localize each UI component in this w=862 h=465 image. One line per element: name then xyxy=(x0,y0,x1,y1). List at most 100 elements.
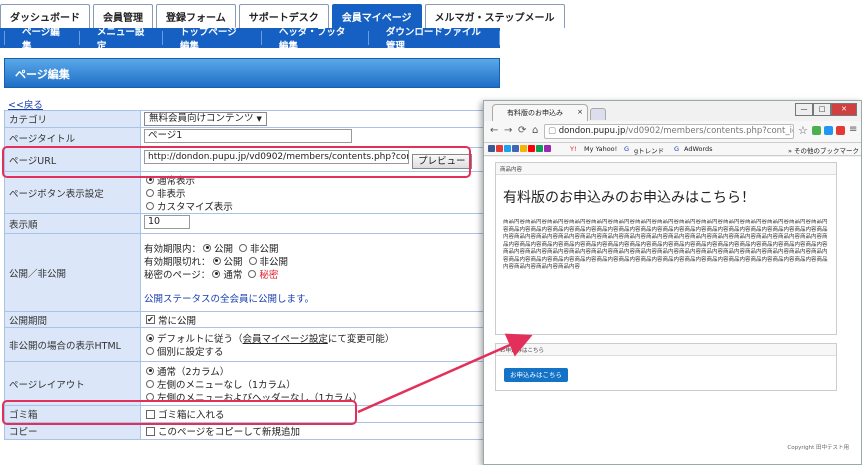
subnav-download-files[interactable]: ダウンロードファイル管理 xyxy=(369,27,500,52)
content-box: 商品内容 有料版のお申込みのお申込みはこちら！ 商品内容商品内容商品内容商品内容… xyxy=(495,162,837,335)
browser-tab-title: 有料版のお申込み xyxy=(507,109,563,117)
back-link[interactable]: <<戻る xyxy=(8,97,43,111)
category-value: 無料会員向けコンテンツ xyxy=(149,113,254,124)
option-label: 公開 xyxy=(214,243,234,255)
in-period-label: 有効期限内： xyxy=(144,243,202,255)
page-title: ページ編集 xyxy=(15,68,70,81)
copyright: Copyright 田中テスト用 xyxy=(787,445,849,451)
new-tab-button[interactable] xyxy=(590,108,606,120)
url-host: dondon.pupu.jp xyxy=(558,126,626,136)
star-icon[interactable]: ☆ xyxy=(798,124,808,137)
minimize-icon[interactable]: — xyxy=(795,103,813,116)
bookmark-google-2[interactable]: G xyxy=(674,145,679,153)
bookmark-g-trend[interactable]: gトレンド xyxy=(634,145,664,155)
extension-icon[interactable] xyxy=(824,126,833,135)
option-label: 非表示 xyxy=(157,188,186,200)
browser-toolbar: ← → ⟳ ⌂ ▢ dondon.pupu.jp/vd0902/members/… xyxy=(484,121,861,143)
label-copy: コピー xyxy=(4,422,141,440)
apply-button[interactable]: お申込みはこちら xyxy=(504,368,568,382)
row-private-html: 非公開の場合の表示HTML デフォルトに従う（ 会員マイページ設定 にて変更可能） … xyxy=(4,327,500,362)
option-label-suffix: にて変更可能） xyxy=(327,334,395,345)
content-heading: 有料版のお申込みのお申込みはこちら！ xyxy=(503,190,755,206)
mypage-settings-link[interactable]: 会員マイページ設定 xyxy=(243,331,328,345)
menu-icon[interactable]: ≡ xyxy=(849,124,857,135)
option-default[interactable]: デフォルトに従う（ 会員マイページ設定 にて変更可能） xyxy=(144,332,496,345)
radio-icon xyxy=(146,334,154,342)
home-icon[interactable]: ⌂ xyxy=(532,125,538,136)
always-publish-checkbox[interactable]: ✔ 常に公開 xyxy=(144,313,496,327)
copy-checkbox[interactable]: このページをコピーして新規追加 xyxy=(144,425,496,438)
forward-arrow-icon[interactable]: → xyxy=(504,125,512,136)
radio-icon[interactable] xyxy=(248,256,257,265)
lock-icon: ▢ xyxy=(548,126,559,136)
extension-icon[interactable] xyxy=(812,126,821,135)
maximize-icon[interactable]: □ xyxy=(813,103,831,116)
bookmark-google[interactable]: G xyxy=(624,145,629,153)
label-layout: ページレイアウト xyxy=(4,361,141,406)
bookmark-adwords[interactable]: AdWords xyxy=(684,145,713,153)
label-period: 公開期間 xyxy=(4,311,141,328)
content-body: 商品内容商品内容商品内容商品内容商品内容商品内容商品内容商品内容商品内容商品内容… xyxy=(503,219,828,270)
checkbox-label: このページをコピーして新規追加 xyxy=(158,427,301,438)
row-category: カテゴリ 無料会員向けコンテンツ ▼ xyxy=(4,110,500,128)
other-bookmarks[interactable]: » その他のブックマーク xyxy=(788,145,859,155)
page-title-bar: ページ編集 xyxy=(4,58,500,88)
close-icon[interactable]: ✕ xyxy=(831,103,857,116)
highlight-page-url xyxy=(2,146,471,178)
apply-box: お申込みはこちら お申込みはこちら xyxy=(495,343,837,391)
bookmark-yahoo[interactable]: Y! xyxy=(570,145,577,153)
option-individual[interactable]: 個別に設定する xyxy=(144,345,496,358)
back-arrow-icon[interactable]: ← xyxy=(490,125,498,136)
address-bar[interactable]: ▢ dondon.pupu.jp/vd0902/members/contents… xyxy=(544,124,794,139)
option-layout-2col[interactable]: 通常（2カラム） xyxy=(144,364,496,378)
content-box-header: 商品内容 xyxy=(496,163,836,175)
browser-tab[interactable]: 有料版のお申込み × xyxy=(492,104,588,121)
screenshot: ダッシュボード 会員管理 登録フォーム サポートデスク 会員マイページ メルマガ… xyxy=(0,0,862,465)
radio-icon[interactable] xyxy=(248,269,257,278)
option-label: 公開 xyxy=(223,256,243,268)
bookmark-my-yahoo[interactable]: My Yahoo! xyxy=(584,145,617,153)
option-label: デフォルトに従う（ xyxy=(157,334,243,345)
publish-secret: 秘密のページ： 通常 秘密 xyxy=(144,267,496,281)
publish-in-period: 有効期限内： 公開 非公開 xyxy=(144,241,496,255)
option-label: 左側のメニューなし（1カラム） xyxy=(157,379,296,391)
label-publish: 公開／非公開 xyxy=(4,233,141,312)
subnav-top-page[interactable]: トップページ編集 xyxy=(163,27,262,52)
highlight-layout-option xyxy=(2,400,357,425)
option-layout-no-menu[interactable]: 左側のメニューなし（1カラム） xyxy=(144,377,496,391)
option-hidden[interactable]: 非表示 xyxy=(144,186,496,200)
tab-close-icon[interactable]: × xyxy=(577,108,583,116)
checkbox-checked-icon: ✔ xyxy=(146,315,155,324)
radio-icon[interactable] xyxy=(212,269,221,278)
option-custom-display[interactable]: カスタマイズ表示 xyxy=(144,199,496,213)
radio-icon[interactable] xyxy=(239,243,248,252)
label-order: 表示順 xyxy=(4,213,141,234)
radio-icon xyxy=(146,379,154,388)
row-layout: ページレイアウト 通常（2カラム） 左側のメニューなし（1カラム） 左側のメニュ… xyxy=(4,361,500,406)
checkbox-icon xyxy=(146,426,155,436)
option-label: 非公開 xyxy=(250,243,279,255)
checkbox-label: 常に公開 xyxy=(158,315,197,327)
radio-icon xyxy=(146,201,154,210)
expired-label: 有効期限切れ： xyxy=(144,256,211,268)
subnav-menu-settings[interactable]: メニュー設定 xyxy=(80,27,163,52)
extension-icon[interactable] xyxy=(836,126,845,135)
bookmarks-bar: Y! My Yahoo! G gトレンド G AdWords » その他のブック… xyxy=(484,143,861,156)
url-path: /vd0902/members/contents.php?cont_id=1& xyxy=(625,126,793,136)
row-period: 公開期間 ✔ 常に公開 xyxy=(4,311,500,328)
subnav-header-footer[interactable]: ヘッダ・フッタ編集 xyxy=(262,27,369,52)
page-title-input[interactable]: ページ1 xyxy=(144,129,352,143)
radio-icon[interactable] xyxy=(203,243,212,252)
radio-icon[interactable] xyxy=(212,256,221,265)
row-copy: コピー このページをコピーして新規追加 xyxy=(4,422,500,440)
row-order: 表示順 10 xyxy=(4,213,500,234)
subnav-page-edit[interactable]: ページ編集 xyxy=(4,27,80,52)
order-input[interactable]: 10 xyxy=(144,215,190,229)
option-label: カスタマイズ表示 xyxy=(157,201,233,213)
category-select[interactable]: 無料会員向けコンテンツ ▼ xyxy=(144,112,267,126)
reload-icon[interactable]: ⟳ xyxy=(518,125,526,136)
publish-expired: 有効期限切れ： 公開 非公開 xyxy=(144,254,496,268)
bookmark-icons[interactable] xyxy=(488,145,552,153)
option-label: 非公開 xyxy=(259,256,289,268)
option-label: 秘密 xyxy=(259,269,279,281)
